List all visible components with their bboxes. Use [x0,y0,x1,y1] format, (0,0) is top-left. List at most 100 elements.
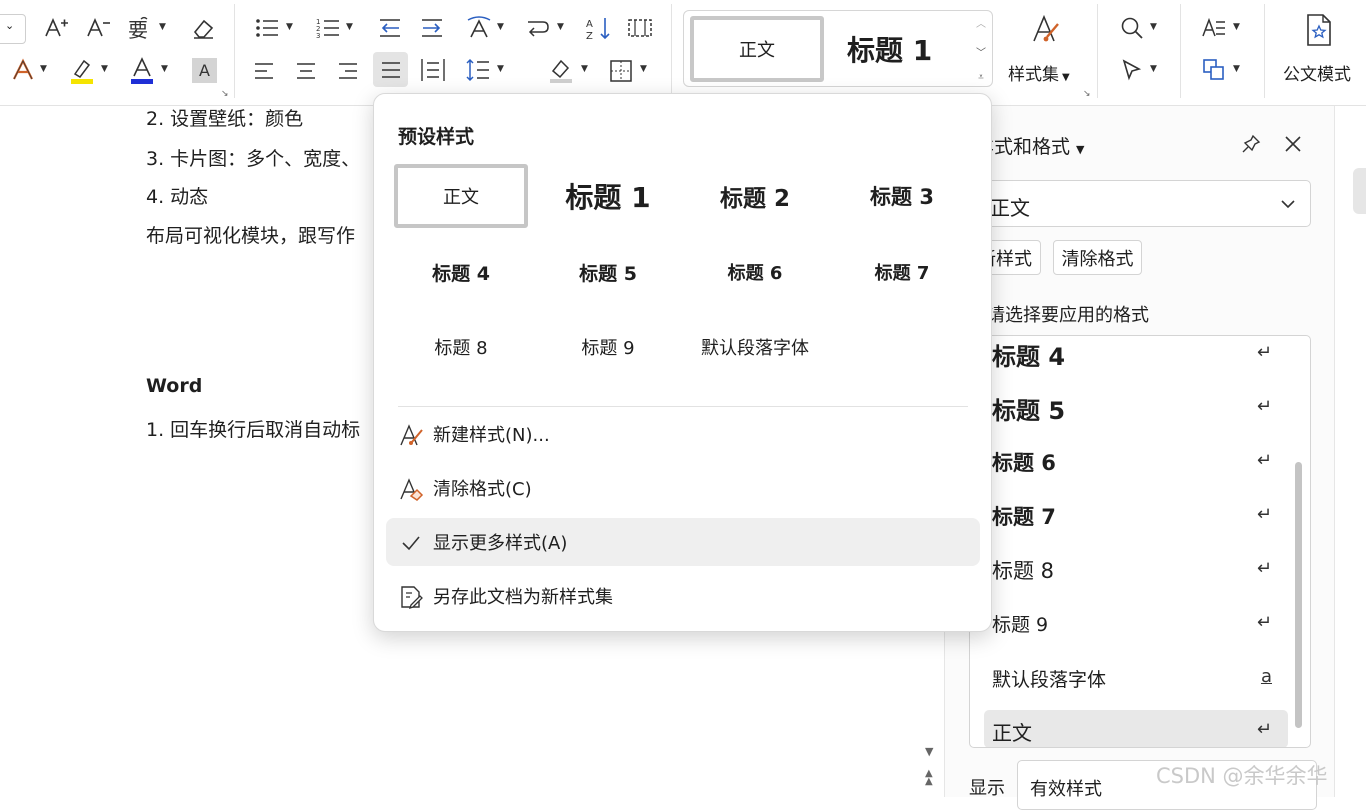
line-spacing-icon[interactable] [464,56,492,84]
ribbon-divider [1180,4,1181,98]
justify-icon[interactable] [373,52,408,87]
paragraph-shading-icon[interactable] [546,56,576,86]
chevron-down-icon[interactable]: ▼ [1233,64,1240,74]
preset-style-heading8[interactable]: 标题 8 [394,315,528,379]
sort-icon[interactable]: AZ [585,14,613,42]
chevron-down-icon[interactable]: ▼ [1150,64,1157,74]
style-list-item[interactable]: 标题 7 ↵ [984,498,1288,536]
numbered-list-icon[interactable]: 123 [315,15,341,41]
text-effect-icon[interactable] [10,57,36,83]
pin-icon[interactable] [1239,132,1263,156]
preset-style-heading9[interactable]: 标题 9 [541,315,675,379]
borders-icon[interactable] [607,57,635,85]
styles-group-launcher-icon[interactable]: ↘ [1083,89,1091,99]
chevron-down-icon[interactable]: ▼ [159,22,166,32]
show-more-styles-menu-item[interactable]: 显示更多样式(A) [386,518,980,566]
gallery-style-normal[interactable]: 正文 [690,16,824,82]
chevron-down-icon[interactable]: ▼ [161,64,168,74]
document-line: 2. 设置壁纸：颜色 [146,108,304,130]
menu-item-label: 另存此文档为新样式集 [433,587,613,608]
style-list-item-selected[interactable]: 正文 ↵ [984,710,1288,747]
style-sets-button[interactable]: 样式集 ▼ [1008,60,1070,85]
page-jump-icon[interactable]: ▲ ▲ [925,769,933,787]
shrink-font-icon[interactable] [84,14,112,42]
text-direction-icon[interactable] [464,14,494,42]
current-style-select[interactable]: 正文 [969,180,1311,227]
style-list-item[interactable]: 标题 8 ↵ [984,552,1288,590]
find-icon[interactable] [1118,14,1146,42]
new-style-menu-item[interactable]: 新建样式(N)... [386,410,980,458]
font-group-launcher-icon[interactable]: ↘ [221,89,229,99]
menu-item-label: 清除格式(C) [433,479,532,500]
character-shading-button[interactable]: A [192,58,217,83]
clear-format-menu-item[interactable]: 清除格式(C) [386,464,980,512]
style-list-item[interactable]: 标题 5 ↵ [984,390,1288,428]
align-left-icon[interactable] [251,58,277,84]
preset-style-heading3[interactable]: 标题 3 [835,164,969,228]
typesetting-icon[interactable] [1200,14,1228,42]
line-wrap-icon[interactable] [524,15,552,41]
phonetic-guide-icon[interactable]: 要 [126,14,156,42]
style-list[interactable]: 标题 4 ↵ 标题 5 ↵ 标题 6 ↵ 标题 7 ↵ 标题 8 ↵ 标题 9 … [969,335,1311,748]
style-list-item-label: 标题 7 [992,505,1056,529]
grow-font-icon[interactable] [42,14,70,42]
side-toolbar-active-tab[interactable] [1353,168,1366,214]
chevron-down-icon[interactable]: ▼ [40,64,47,74]
preset-style-heading2[interactable]: 标题 2 [688,164,822,228]
preset-style-heading1[interactable]: 标题 1 [541,164,675,228]
chevron-down-icon[interactable]: ▼ [286,22,293,32]
menu-item-label: 显示更多样式(A) [433,533,568,554]
select-icon[interactable] [1118,56,1146,84]
chevron-down-icon[interactable]: ▼ [640,64,647,74]
highlight-color-icon[interactable] [68,56,96,86]
preset-style-heading5[interactable]: 标题 5 [541,240,675,304]
chevron-down-icon[interactable]: ▼ [581,64,588,74]
chevron-down-icon[interactable]: ﹀ [976,44,986,59]
chevron-down-icon[interactable]: ▼ [1233,22,1240,32]
save-style-set-menu-item[interactable]: 另存此文档为新样式集 [386,572,980,620]
increase-indent-icon[interactable] [419,15,445,41]
chevron-down-icon: ▼ [1062,72,1070,83]
show-marks-icon[interactable] [626,15,654,41]
style-list-scrollbar[interactable] [1295,462,1302,728]
chevron-down-icon[interactable]: ▼ [497,64,504,74]
gallery-expand-icon[interactable]: ⩡ [978,72,984,83]
style-list-item[interactable]: 标题 4 ↵ [984,336,1288,374]
close-icon[interactable] [1281,132,1305,156]
arrange-objects-icon[interactable] [1200,56,1228,84]
official-document-icon[interactable] [1302,12,1336,48]
check-icon [402,536,420,551]
bullet-list-icon[interactable] [254,15,280,41]
style-sets-icon[interactable] [1028,12,1062,46]
font-size-dropdown[interactable]: ⌄ [0,14,26,44]
font-color-icon[interactable] [128,56,156,86]
style-list-item[interactable]: 标题 9 ↵ [984,606,1288,644]
preset-style-heading6[interactable]: 标题 6 [688,240,822,304]
chevron-down-icon[interactable]: ▼ [1150,22,1157,32]
gallery-style-heading1[interactable]: 标题 1 [847,29,932,69]
distributed-align-icon[interactable] [419,56,447,84]
chevron-up-icon[interactable]: ︿ [976,15,986,30]
preset-style-heading7[interactable]: 标题 7 [835,240,969,304]
preset-style-label: 标题 6 [727,263,783,284]
popup-divider [398,406,968,407]
chevron-down-icon[interactable]: ▼ [346,22,353,32]
scroll-down-icon[interactable]: ▼ [925,745,933,758]
align-right-icon[interactable] [335,58,361,84]
align-center-icon[interactable] [293,58,319,84]
official-mode-button[interactable]: 公文模式 [1283,60,1351,85]
preset-style-normal[interactable]: 正文 [394,164,528,228]
preset-style-default-paragraph-font[interactable]: 默认段落字体 [688,315,822,379]
chevron-down-icon[interactable]: ▼ [101,64,108,74]
chevron-down-icon[interactable]: ▼ [497,22,504,32]
apply-format-hint: 请选择要应用的格式 [987,305,1149,326]
style-list-item[interactable]: 标题 6 ↵ [984,444,1288,482]
paragraph-mark-icon: ↵ [1256,396,1272,417]
decrease-indent-icon[interactable] [377,15,403,41]
preset-style-label: 标题 9 [581,338,635,359]
eraser-icon[interactable] [188,14,218,42]
chevron-down-icon[interactable]: ▼ [557,22,564,32]
style-list-item[interactable]: 默认段落字体 a [984,660,1288,698]
preset-style-heading4[interactable]: 标题 4 [394,240,528,304]
clear-format-button[interactable]: 清除格式 [1053,240,1142,275]
